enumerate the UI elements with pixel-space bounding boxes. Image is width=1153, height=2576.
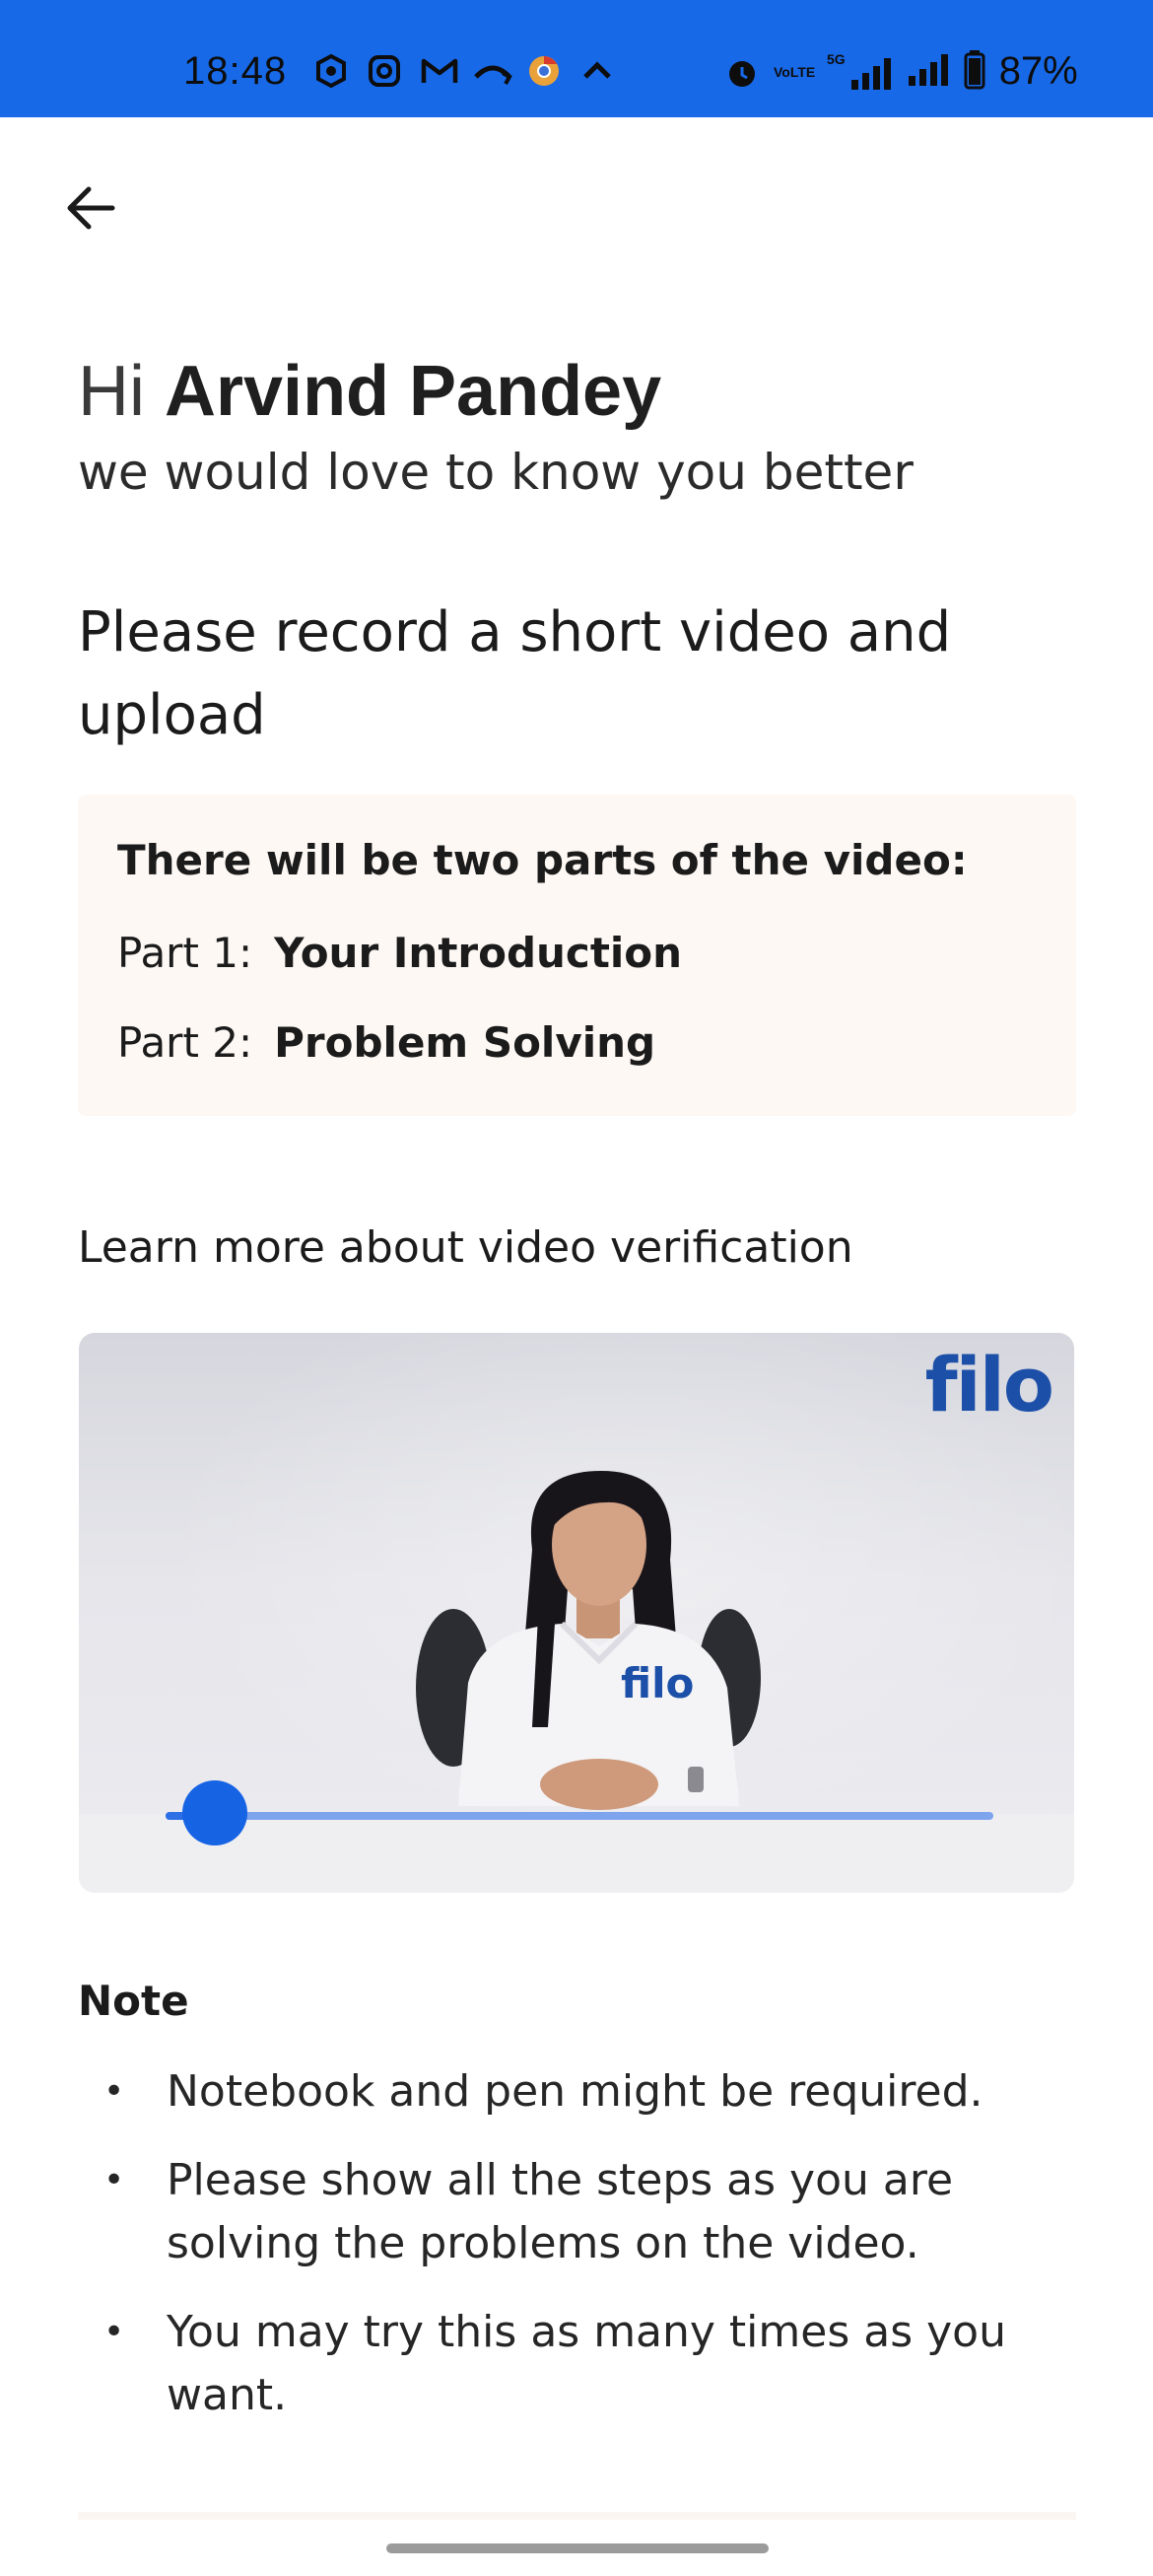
note-text: Please show all the steps as you are sol… xyxy=(167,2155,954,2268)
note-text: Notebook and pen might be required. xyxy=(167,2066,983,2117)
signal-icon xyxy=(907,52,950,92)
back-button[interactable] xyxy=(55,173,126,244)
bullet-icon: • xyxy=(103,2071,125,2112)
list-item: • Notebook and pen might be required. xyxy=(78,2060,1073,2123)
note-title: Note xyxy=(78,1977,189,2025)
bullet-icon: • xyxy=(103,2312,125,2352)
part-value: Problem Solving xyxy=(274,1018,656,1067)
volte-label: VoLTE xyxy=(774,64,816,80)
system-icons: VoLTE 5G 87% xyxy=(724,49,1078,94)
status-time: 18:48 xyxy=(183,49,288,93)
chevron-up-icon xyxy=(579,53,615,89)
list-item: • You may try this as many times as you w… xyxy=(78,2301,1073,2427)
part-row-2: Part 2: Problem Solving xyxy=(117,1018,655,1067)
network-label: 5G xyxy=(827,50,846,67)
missed-call-icon xyxy=(473,53,512,89)
presenter-image: filo xyxy=(416,1471,761,1810)
arrow-left-icon xyxy=(67,186,115,230)
shirt-logo: filo xyxy=(621,1659,694,1707)
battery-icon xyxy=(964,49,985,94)
video-progress-thumb[interactable] xyxy=(182,1780,248,1845)
page-heading: Please record a short video and upload xyxy=(78,600,952,747)
app-icon xyxy=(313,53,349,89)
status-bar: 18:48 VoLTE 5G 87% xyxy=(0,0,1153,117)
list-item: • Please show all the steps as you are so… xyxy=(78,2149,1073,2275)
greeting: Hi Arvind Pandey xyxy=(78,347,661,436)
bottom-card-edge xyxy=(78,2512,1076,2520)
greeting-subtitle: we would love to know you better xyxy=(78,444,914,501)
learn-more-link[interactable]: Learn more about video verification xyxy=(78,1222,853,1273)
note-text: You may try this as many times as you wa… xyxy=(167,2307,1006,2420)
alarm-icon xyxy=(724,54,760,90)
user-name: Arvind Pandey xyxy=(165,352,662,431)
filo-logo: filo xyxy=(924,1341,1054,1428)
part-label: Part 1: xyxy=(117,929,253,977)
greeting-hi: Hi xyxy=(78,352,165,431)
battery-percent: 87% xyxy=(998,49,1078,93)
video-parts-card: There will be two parts of the video: Pa… xyxy=(78,795,1076,1116)
video-player[interactable]: filo filo xyxy=(79,1333,1074,1893)
part-row-1: Part 1: Your Introduction xyxy=(117,929,682,977)
notification-icons xyxy=(313,53,615,89)
bullet-icon: • xyxy=(103,2160,125,2200)
signal-5g-icon: 5G xyxy=(827,50,893,92)
note-list: • Notebook and pen might be required. • Pl… xyxy=(78,2060,1073,2453)
volte-icon: VoLTE xyxy=(774,62,816,81)
instagram-icon xyxy=(367,53,402,89)
part-label: Part 2: xyxy=(117,1018,253,1067)
video-progress-bar[interactable] xyxy=(166,1780,993,1845)
chrome-icon xyxy=(526,53,562,89)
part-value: Your Introduction xyxy=(274,929,683,977)
home-indicator[interactable] xyxy=(386,2543,769,2553)
parts-title: There will be two parts of the video: xyxy=(117,836,968,884)
gmail-icon xyxy=(420,53,458,89)
